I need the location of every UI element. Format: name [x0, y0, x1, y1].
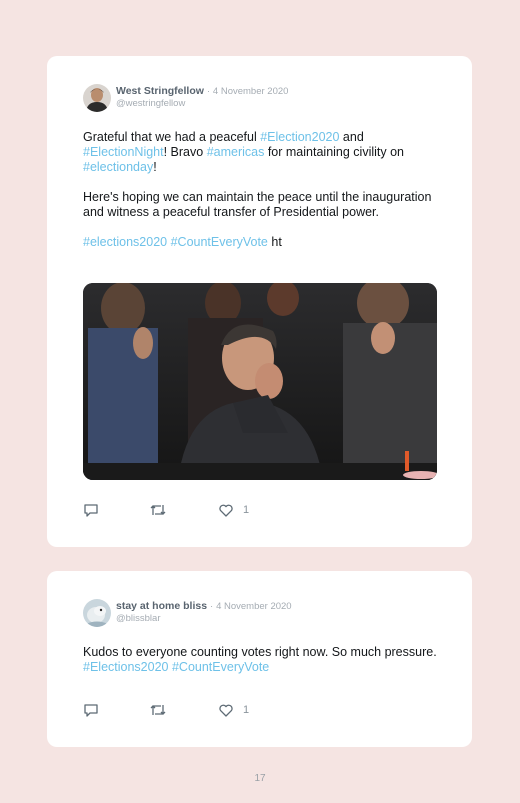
page-number: 17 [254, 773, 266, 784]
tweet-text: Kudos to everyone counting votes right n… [83, 645, 443, 690]
hashtag-link[interactable]: #Elections2020 [83, 660, 168, 674]
text-run: and [339, 130, 364, 144]
reply-icon[interactable] [83, 702, 99, 718]
heart-icon[interactable] [219, 704, 233, 717]
separator: · [206, 86, 210, 97]
like-button[interactable]: 1 [219, 502, 249, 518]
text-run: Kudos to everyone counting votes right n… [83, 645, 437, 659]
like-button[interactable]: 1 [219, 702, 249, 718]
text-run: Grateful that we had a peaceful [83, 130, 261, 144]
hashtag-link[interactable]: #Election2020 [260, 130, 339, 144]
retweet-icon[interactable] [149, 502, 167, 518]
tweet-paragraph: #elections2020 #CountEveryVote ht [83, 235, 443, 250]
reply-icon[interactable] [83, 502, 99, 518]
tweet-card: stay at home bliss · 4 November 2020 @bl… [47, 571, 472, 747]
hashtag-link[interactable]: #americas [207, 145, 265, 159]
hashtag-link[interactable]: #electionday [83, 160, 153, 174]
author-handle[interactable]: @westringfellow [116, 98, 185, 109]
author-name[interactable]: West Stringfellow [116, 85, 204, 97]
tweet-paragraph: Kudos to everyone counting votes right n… [83, 645, 443, 675]
avatar[interactable] [83, 599, 111, 627]
author-line: West Stringfellow · 4 November 2020 [116, 84, 288, 99]
author-handle[interactable]: @blissblar [116, 613, 161, 624]
author-name[interactable]: stay at home bliss [116, 600, 207, 612]
hashtag-link[interactable]: #ElectionNight [83, 145, 164, 159]
tweet-paragraph: Here's hoping we can maintain the peace … [83, 190, 432, 219]
hashtag-link[interactable]: #CountEveryVote [171, 235, 268, 249]
text-run: ! Bravo [163, 145, 207, 159]
hashtag-link[interactable]: #CountEveryVote [172, 660, 269, 674]
tweet-paragraph: Grateful that we had a peaceful #Electio… [83, 130, 443, 175]
tweet-text: Grateful that we had a peaceful #Electio… [83, 130, 443, 265]
text-run: for maintaining civility on [264, 145, 405, 159]
author-line: stay at home bliss · 4 November 2020 [116, 599, 292, 614]
separator: · [209, 601, 214, 612]
like-count: 1 [243, 704, 250, 716]
tweet-card: West Stringfellow · 4 November 2020 @wes… [47, 56, 472, 547]
tweet-date[interactable]: 4 November 2020 [216, 601, 292, 612]
hashtag-link[interactable]: #elections2020 [83, 235, 167, 249]
retweet-icon[interactable] [149, 702, 167, 718]
avatar[interactable] [83, 84, 111, 112]
heart-icon[interactable] [219, 504, 233, 517]
text-run: ht [267, 235, 282, 249]
tweet-date[interactable]: 4 November 2020 [213, 86, 289, 97]
tweet-media-gif[interactable] [83, 283, 437, 480]
text-run: ! [153, 160, 157, 174]
like-count: 1 [243, 504, 250, 516]
